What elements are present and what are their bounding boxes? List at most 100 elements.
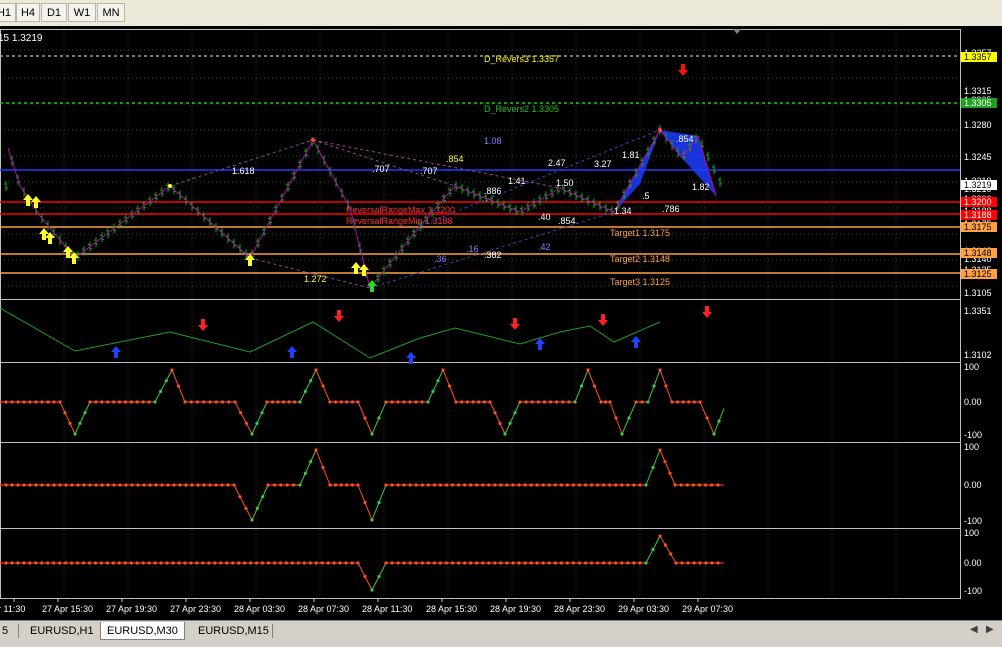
sell-arrow-icon [598,314,608,326]
fib-label: 1.08 [484,136,502,146]
oscillator-dot [431,389,435,393]
oscillator-dot [68,421,72,425]
oscillator-dot [579,384,584,388]
oscillator-dot [0,561,2,565]
oscillator-dot [129,561,133,565]
time-axis-label: 27 Apr 19:30 [106,604,157,614]
buy-arrow-icon [351,262,361,274]
oscillator-dot [608,561,612,565]
oscillator-dot [469,561,473,565]
oscillator-line [233,484,253,521]
oscillator-dot [402,400,406,404]
oscillator-dot [674,561,678,565]
oscillator-dot [83,411,87,415]
timeframe-button-mn[interactable]: MN [97,3,125,22]
oscillator-dot [669,552,673,556]
oscillator-dot [106,400,110,404]
oscillator-dot [328,400,332,404]
oscillator-dot [309,379,313,383]
oscillator-dot [111,561,115,565]
oscillator-dot [165,561,169,565]
oscillator-dot [302,561,306,565]
oscillator-dot [517,483,521,487]
oscillator-dot [40,400,44,404]
oscillator-dot [326,561,330,565]
oscillator-dot [565,483,569,487]
oscillator-dot [614,416,618,420]
indicator-subwindow-1 [0,307,661,359]
oscillator-dot [172,483,176,487]
oscillator-dot [680,561,684,565]
oscillator-dot [503,432,507,436]
oscillator-dot [710,483,714,487]
oscillator-dot [88,483,92,487]
oscillator-dot [88,400,92,404]
oscillator-dot [70,561,74,565]
oscillator-dot [321,384,325,388]
oscillator-dot [52,561,56,565]
oscillator-dot [290,561,294,565]
oscillator-dot [284,561,288,565]
chart-window[interactable]: D_Revers3 1.3357 D_Revers2 1.3305 Reversal… [0,26,1002,620]
oscillator-dot [535,561,539,565]
oscillator-dot [450,483,455,487]
oscillator-dot [356,483,360,487]
oscillator-dot [195,400,200,404]
tab-eurusd-m15[interactable]: EURUSD,M15 [192,622,275,640]
oscillator-dot [292,483,296,487]
oscillator-dot [626,561,630,565]
oscillator-dot [529,561,533,565]
oscillator-dot [147,561,151,565]
oscillator-dot [420,483,424,487]
oscillator-dot [541,561,545,565]
oscillator-dot [686,561,690,565]
oscillator-axis-label: 0.00 [964,558,982,568]
oscillator-dot [232,483,236,487]
oscillator-dot [0,400,2,404]
fib-label: 1.34 [614,206,632,216]
oscillator-dot [112,483,116,487]
oscillator-dot [663,460,667,464]
chart-canvas[interactable]: D_Revers3 1.3357 D_Revers2 1.3305 Reversal… [0,26,1002,620]
oscillator-dot [493,561,497,565]
oscillator-dot [652,384,656,388]
oscillator-dot [668,471,672,475]
oscillator-dot [586,368,590,372]
oscillator-dot [4,400,8,404]
timeframe-button-w1[interactable]: W1 [68,3,96,22]
price-badge-label: 1.3125 [964,269,992,279]
oscillator-dot [370,432,374,436]
scroll-left-icon[interactable]: ◀ [970,624,978,635]
oscillator-dot [219,561,223,565]
chart-grid [0,30,960,598]
tab-eurusd-h1[interactable]: EURUSD,H1 [24,622,100,640]
oscillator-dot [447,384,452,388]
oscillator-dot [239,411,243,415]
timeframe-button-h1[interactable]: H1 [0,3,16,22]
fib-label: .854 [446,154,464,164]
oscillator-dot [602,561,606,565]
timeframe-button-h4[interactable]: H4 [16,3,40,22]
tab-5[interactable]: 5 [0,622,14,640]
oscillator-line [74,401,91,435]
symbol-info: 15 1.3219 [0,33,43,44]
scroll-right-icon[interactable]: ▶ [986,624,994,635]
oscillator-dot [592,384,597,388]
time-axis-label: 29 Apr 07:30 [682,604,733,614]
oscillator-dot [94,400,98,404]
oscillator-dot [559,483,563,487]
oscillator-dot [475,483,479,487]
subwindow-1-axis-label: 1.3351 [964,306,992,316]
fib-label: 3.27 [594,159,612,169]
tab-eurusd-m30[interactable]: EURUSD,M30 [100,622,185,640]
oscillator-dot [658,368,662,372]
oscillator-dot [561,400,565,404]
tab-separator [18,624,19,638]
oscillator-dot [511,483,515,487]
oscillator-dot [332,561,336,565]
time-axis-label: 28 Apr 11:30 [362,604,412,614]
oscillator-dot [573,400,577,404]
oscillator-line [234,401,253,435]
timeframe-button-d1[interactable]: D1 [41,3,67,22]
oscillator-line [299,369,317,403]
